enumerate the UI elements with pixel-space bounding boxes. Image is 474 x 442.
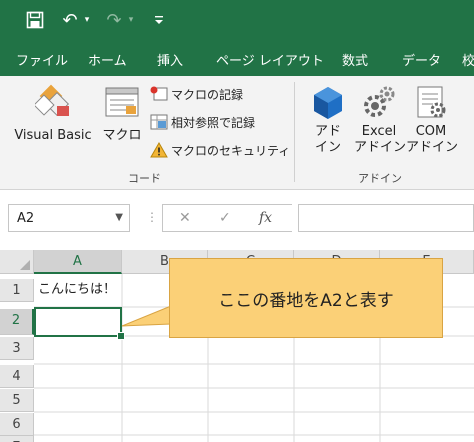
cell-a1[interactable]: こんにちは！	[34, 279, 164, 302]
tab-data[interactable]: データ	[402, 50, 441, 69]
addin-group-label: アドイン	[358, 172, 402, 185]
visual-basic-label: Visual Basic	[14, 128, 92, 143]
tab-insert[interactable]: 挿入	[157, 50, 183, 69]
com-addins-label-line1: COM	[415, 124, 447, 139]
addins-button[interactable]: アド イン	[306, 84, 350, 156]
active-cell-a2[interactable]	[34, 307, 125, 340]
undo-icon[interactable]: ↶	[60, 8, 80, 32]
excel-addins-label-line1: Excel	[361, 124, 397, 139]
name-box[interactable]: A2 ▼	[8, 204, 130, 232]
callout-pointer	[121, 305, 172, 327]
redo-icon[interactable]: ↷	[104, 8, 124, 32]
relative-reference-button[interactable]: 相対参照で記録	[150, 112, 255, 132]
relative-reference-label: 相対参照で記録	[171, 115, 256, 130]
addins-icon	[310, 84, 346, 120]
excel-addins-label-line2: アドイン	[354, 140, 407, 155]
visual-basic-button[interactable]: Visual Basic	[10, 84, 96, 144]
macro-security-button[interactable]: マクロのセキュリティ	[150, 140, 290, 160]
undo-dropdown-icon[interactable]: ▾	[82, 8, 92, 32]
record-macro-icon	[150, 86, 168, 102]
macro-security-label: マクロのセキュリティ	[171, 143, 291, 158]
cancel-icon[interactable]: ✕	[179, 210, 191, 226]
customize-toolbar-icon[interactable]	[152, 8, 166, 32]
addins-label-line1: アド	[314, 124, 341, 139]
com-addins-label-line2: アドイン	[406, 140, 459, 155]
code-group-label: コード	[128, 172, 161, 185]
name-box-dropdown-icon[interactable]: ▼	[115, 212, 123, 223]
tab-home[interactable]: ホーム	[88, 50, 127, 69]
excel-addins-button[interactable]: Excel アドイン	[354, 84, 407, 156]
formula-bar-grip-icon[interactable]: ⋮	[146, 210, 158, 224]
macro-label: マクロ	[102, 128, 142, 143]
tab-page-layout[interactable]: ページ レイアウト	[216, 50, 324, 69]
row-header-7[interactable]: 7	[0, 436, 34, 442]
group-separator	[294, 82, 295, 182]
record-macro-label: マクロの記録	[171, 87, 244, 102]
com-addins-button[interactable]: COM アドイン	[406, 84, 459, 156]
tab-file[interactable]: ファイル	[16, 50, 68, 69]
callout-box: ここの番地をA2と表す	[169, 258, 443, 338]
relative-reference-icon	[150, 114, 168, 130]
redo-dropdown-icon[interactable]: ▾	[126, 8, 136, 32]
visual-basic-icon	[33, 84, 71, 120]
row-header-2[interactable]: 2	[0, 309, 34, 335]
formula-buttons: ✕ ✓ fx	[162, 204, 292, 232]
row-header-1[interactable]: 1	[0, 279, 34, 302]
addins-label-line2: イン	[314, 140, 341, 155]
formula-bar: A2 ▼ ⋮ ✕ ✓ fx	[0, 190, 474, 246]
com-addins-icon	[413, 84, 449, 120]
callout-text: ここの番地をA2と表す	[218, 290, 394, 311]
macro-icon	[104, 84, 140, 120]
macro-button[interactable]: マクロ	[100, 84, 144, 144]
row-header-5[interactable]: 5	[0, 389, 34, 412]
gear-icon	[361, 84, 397, 120]
warning-icon	[150, 141, 168, 158]
formula-input[interactable]	[298, 204, 474, 232]
tab-formulas[interactable]: 数式	[342, 50, 368, 69]
save-icon[interactable]	[24, 8, 46, 32]
enter-icon[interactable]: ✓	[219, 210, 231, 226]
column-header-a[interactable]: A	[34, 250, 122, 274]
tab-review[interactable]: 校	[462, 50, 474, 69]
select-all-corner[interactable]	[0, 250, 34, 274]
ribbon: Visual Basic マクロ マクロの記録 相対参照で記録 マクロのセキュリ…	[0, 76, 474, 190]
ribbon-tabs: ファイル ホーム 挿入 ページ レイアウト 数式 データ 校	[0, 40, 474, 76]
insert-function-icon[interactable]: fx	[259, 210, 272, 226]
row-header-3[interactable]: 3	[0, 337, 34, 360]
record-macro-button[interactable]: マクロの記録	[150, 84, 243, 104]
row-header-4[interactable]: 4	[0, 365, 34, 388]
name-box-value: A2	[17, 211, 35, 226]
quick-access-toolbar: ↶ ▾ ↷ ▾	[0, 0, 474, 40]
row-header-6[interactable]: 6	[0, 413, 34, 436]
